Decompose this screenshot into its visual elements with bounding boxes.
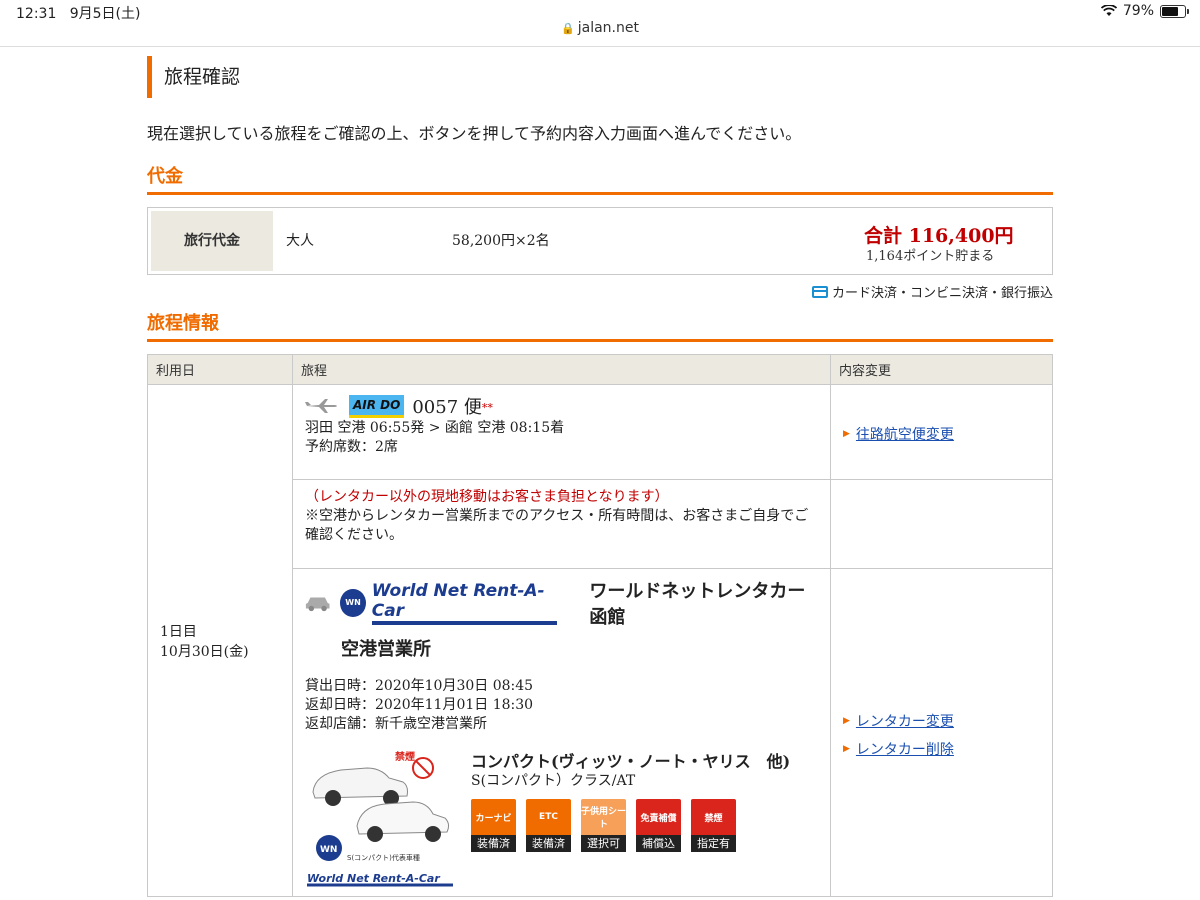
arrow-right-icon: ▶ (843, 715, 850, 726)
payment-methods-text: カード決済・コンビニ決済・銀行振込 (831, 286, 1053, 301)
car-photo-image: 禁煙 WN S(コンパクト)代表車種 World Net Rent-A-Car (307, 750, 453, 887)
car-type: S(コンパクト）クラス/AT (471, 773, 636, 789)
flight-seats: 予約席数：2席 (305, 439, 398, 455)
flight-header: AIR DO 0057 便** (305, 393, 818, 419)
rental-return: 返却日時：2020年11月01日 18:30 (305, 697, 534, 713)
rental-cell: WN World Net Rent-A-Car ワールドネットレンタカー函館 空… (292, 568, 831, 897)
credit-card-icon (811, 285, 828, 298)
battery-icon (1160, 4, 1189, 18)
photo-logo-text: World Net Rent-A-Car (307, 872, 440, 885)
url-text: jalan.net (577, 20, 639, 36)
rental-change-link[interactable]: ▶ レンタカー変更 (843, 711, 1040, 731)
navi-status: 装備済 (471, 835, 516, 852)
rental-change-cell: ▶ レンタカー変更 ▶ レンタカー削除 (830, 568, 1053, 897)
day-label: 1日目 (160, 623, 197, 640)
table-header-row: 利用日 旅程 内容変更 (147, 354, 1053, 385)
world-net-rent-a-car-logo: WN World Net Rent-A-Car (340, 581, 558, 625)
photo-badge: WN (320, 845, 337, 855)
insurance-status: 補償込 (636, 835, 681, 852)
equipment-child-seat: 子供用シート 選択可 (581, 799, 626, 852)
table-row-flight: 1日目 10月30日(金) AIR DO 0057 便** 羽田 空港 06:5… (147, 384, 1053, 897)
airplane-icon (305, 399, 337, 413)
rental-times: 貸出日時：2020年10月30日 08:45 返却日時：2020年11月01日 … (305, 677, 818, 734)
arrow-right-icon: ▶ (843, 429, 850, 439)
day-date: 10月30日(金) (160, 643, 249, 660)
car-class-name: コンパクト(ヴィッツ・ノート・ヤリス 他) (471, 752, 791, 771)
no-smoking-icon: 禁煙 (691, 799, 736, 835)
lock-icon: 🔒 (561, 22, 575, 35)
rental-delete-link-text[interactable]: レンタカー削除 (856, 739, 954, 759)
insurance-icon: 免責補償 (636, 799, 681, 835)
equipment-navi: カーナビ 装備済 (471, 799, 516, 852)
header-change: 内容変更 (830, 354, 1053, 385)
price-points: 1,164ポイント貯まる (866, 249, 995, 264)
car-detail: 禁煙 WN S(コンパクト)代表車種 World Net Rent-A-Car … (305, 748, 818, 888)
no-smoking-status: 指定有 (691, 835, 736, 852)
navi-icon: カーナビ (471, 799, 516, 835)
payment-methods: カード決済・コンビニ決済・銀行振込 (147, 282, 1053, 301)
rental-delete-link[interactable]: ▶ レンタカー削除 (843, 739, 1040, 759)
flight-marks: ** (481, 401, 493, 415)
equipment-etc: ETC 装備済 (526, 799, 571, 852)
flight-route: 羽田 空港 06:55発 > 函館 空港 08:15着 (305, 420, 565, 436)
itinerary-section-title: 旅程情報 (147, 309, 1053, 342)
header-trip: 旅程 (292, 354, 831, 385)
flight-change-cell: ▶ 往路航空便変更 (830, 384, 1053, 480)
rental-return-shop: 返却店舗：新千歳空港営業所 (305, 716, 487, 732)
rental-header: WN World Net Rent-A-Car ワールドネットレンタカー函館 (305, 577, 818, 629)
car-icon (305, 597, 330, 612)
airdo-logo: AIR DO (349, 394, 405, 418)
globe-icon: WN (340, 589, 366, 617)
status-indicators: 79% (1100, 3, 1189, 19)
flight-change-link[interactable]: ▶ 往路航空便変更 (843, 424, 1040, 444)
price-box: 旅行代金 大人 58,200円×2名 合計 116,400円 1,164ポイント… (147, 207, 1053, 275)
car-photo: 禁煙 WN S(コンパクト)代表車種 World Net Rent-A-Car (305, 748, 455, 888)
child-seat-icon: 子供用シート (581, 799, 626, 835)
etc-icon: ETC (526, 799, 571, 835)
price-type: 大人 (286, 233, 314, 249)
battery-percent: 79% (1122, 3, 1154, 19)
header-date: 利用日 (147, 354, 293, 385)
equipment-no-smoking: 禁煙 指定有 (691, 799, 736, 852)
child-seat-status: 選択可 (581, 835, 626, 852)
toolbar-divider (0, 46, 1200, 47)
price-section-title: 代金 (147, 162, 1053, 195)
notice-warning: （レンタカー以外の現地移動はお客さま負担となります） (305, 489, 669, 505)
rental-pickup: 貸出日時：2020年10月30日 08:45 (305, 678, 534, 694)
photo-caption: S(コンパクト)代表車種 (347, 853, 420, 862)
price-unit: 58,200円×2名 (452, 233, 550, 249)
flight-number-text: 0057 便 (412, 397, 482, 418)
arrow-right-icon: ▶ (843, 743, 850, 754)
world-net-logo-text: World Net Rent-A-Car (371, 581, 558, 625)
date-cell: 1日目 10月30日(金) (147, 384, 293, 897)
flight-change-link-text[interactable]: 往路航空便変更 (856, 424, 954, 444)
price-total: 合計 116,400円 (864, 225, 1014, 247)
no-smoking-label: 禁煙 (394, 750, 415, 763)
address-bar[interactable]: 🔒 jalan.net (0, 20, 1200, 44)
rental-shop-name: ワールドネットレンタカー函館 (589, 581, 806, 628)
main-content: 旅程確認 現在選択している旅程をご確認の上、ボタンを押して予約内容入力画面へ進ん… (147, 56, 1053, 897)
price-label: 旅行代金 (151, 211, 273, 271)
equipment-insurance: 免責補償 補償込 (636, 799, 681, 852)
car-info: コンパクト(ヴィッツ・ノート・ヤリス 他) S(コンパクト）クラス/AT カーナ… (471, 748, 790, 888)
rental-shop-name-cont: 空港営業所 (341, 639, 431, 660)
intro-text: 現在選択している旅程をご確認の上、ボタンを押して予約内容入力画面へ進んでください… (147, 124, 802, 143)
flight-number: 0057 便** (412, 393, 493, 419)
flight-cell: AIR DO 0057 便** 羽田 空港 06:55発 > 函館 空港 08:… (292, 384, 831, 480)
equipment-list: カーナビ 装備済 ETC 装備済 子供用シート 選択可 免責補償 補償込 禁煙 … (471, 799, 790, 852)
notice-text: ※空港からレンタカー営業所までのアクセス・所有時間は、お客さまご自身でご確認くだ… (305, 508, 809, 543)
notice-change-cell (830, 479, 1053, 569)
etc-status: 装備済 (526, 835, 571, 852)
wifi-icon (1100, 5, 1117, 16)
notice-cell: （レンタカー以外の現地移動はお客さま負担となります） ※空港からレンタカー営業所… (292, 479, 831, 569)
rental-change-link-text[interactable]: レンタカー変更 (856, 711, 954, 731)
itinerary-table: 利用日 旅程 内容変更 1日目 10月30日(金) AIR DO 0057 便*… (147, 354, 1053, 897)
page-title: 旅程確認 (147, 56, 1053, 98)
